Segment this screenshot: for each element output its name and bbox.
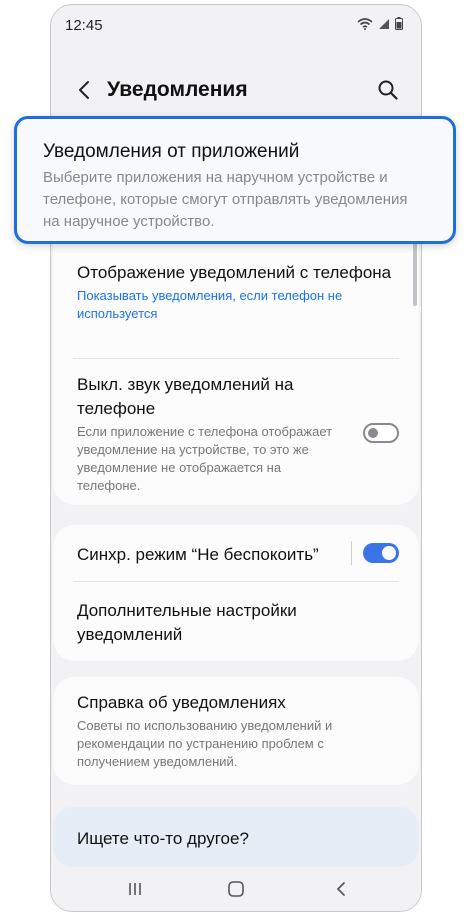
mute-phone-title: Выкл. звук уведомлений на телефоне [77, 375, 294, 418]
wifi-icon [357, 17, 373, 30]
battery-icon [395, 17, 403, 30]
recents-icon [129, 883, 141, 895]
mute-phone-subtitle: Если приложение с телефона отображает ув… [77, 424, 333, 493]
nav-back-icon [336, 882, 345, 896]
back-button[interactable] [71, 75, 97, 105]
show-phone-notifications-item[interactable]: Отображение уведомлений с телефона Показ… [77, 261, 399, 323]
sync-card: Синхр. режим “Не беспокоить” Дополнитель… [53, 525, 419, 661]
app-notifications-highlight[interactable]: Уведомления от приложений Выберите прило… [14, 116, 456, 244]
signal-icon [379, 18, 389, 29]
looking-for-label: Ищете что-то другое? [77, 829, 249, 848]
looking-for-something-else[interactable]: Ищете что-то другое? [53, 807, 419, 867]
sync-dnd-toggle[interactable] [363, 543, 399, 563]
navigation-bar [51, 867, 421, 911]
status-icons [357, 17, 403, 30]
vertical-separator [351, 541, 352, 565]
help-item[interactable]: Справка об уведомлениях Советы по исполь… [77, 691, 399, 771]
mute-phone-item[interactable]: Выкл. звук уведомлений на телефоне Если … [77, 373, 339, 495]
nav-back-button[interactable] [329, 877, 353, 901]
app-notifications-description: Выберите приложения на наручном устройст… [43, 169, 408, 230]
home-button[interactable] [224, 877, 248, 901]
status-time: 12:45 [65, 17, 103, 34]
divider [73, 358, 399, 359]
mute-phone-toggle[interactable] [363, 423, 399, 443]
back-arrow-icon [79, 81, 89, 99]
advanced-settings-title: Дополнительные настройки уведомлений [77, 601, 297, 644]
toggle-knob [382, 546, 396, 560]
show-phone-notifications-title: Отображение уведомлений с телефона [77, 263, 392, 282]
home-icon [228, 881, 244, 897]
help-title: Справка об уведомлениях [77, 693, 286, 712]
advanced-settings-item[interactable]: Дополнительные настройки уведомлений [77, 599, 399, 647]
search-button[interactable] [373, 75, 403, 105]
page-title: Уведомления [107, 78, 248, 101]
help-subtitle: Советы по использованию уведомлений и ре… [77, 718, 333, 769]
status-bar: 12:45 [51, 5, 421, 43]
search-icon [378, 80, 398, 100]
app-bar: Уведомления [51, 65, 421, 115]
toggle-knob [368, 428, 378, 438]
help-card: Справка об уведомлениях Советы по исполь… [53, 677, 419, 785]
recents-button[interactable] [123, 877, 147, 901]
show-phone-notifications-subtitle: Показывать уведомления, если телефон не … [77, 288, 343, 321]
app-notifications-title: Уведомления от приложений [43, 141, 300, 162]
divider [73, 581, 399, 582]
